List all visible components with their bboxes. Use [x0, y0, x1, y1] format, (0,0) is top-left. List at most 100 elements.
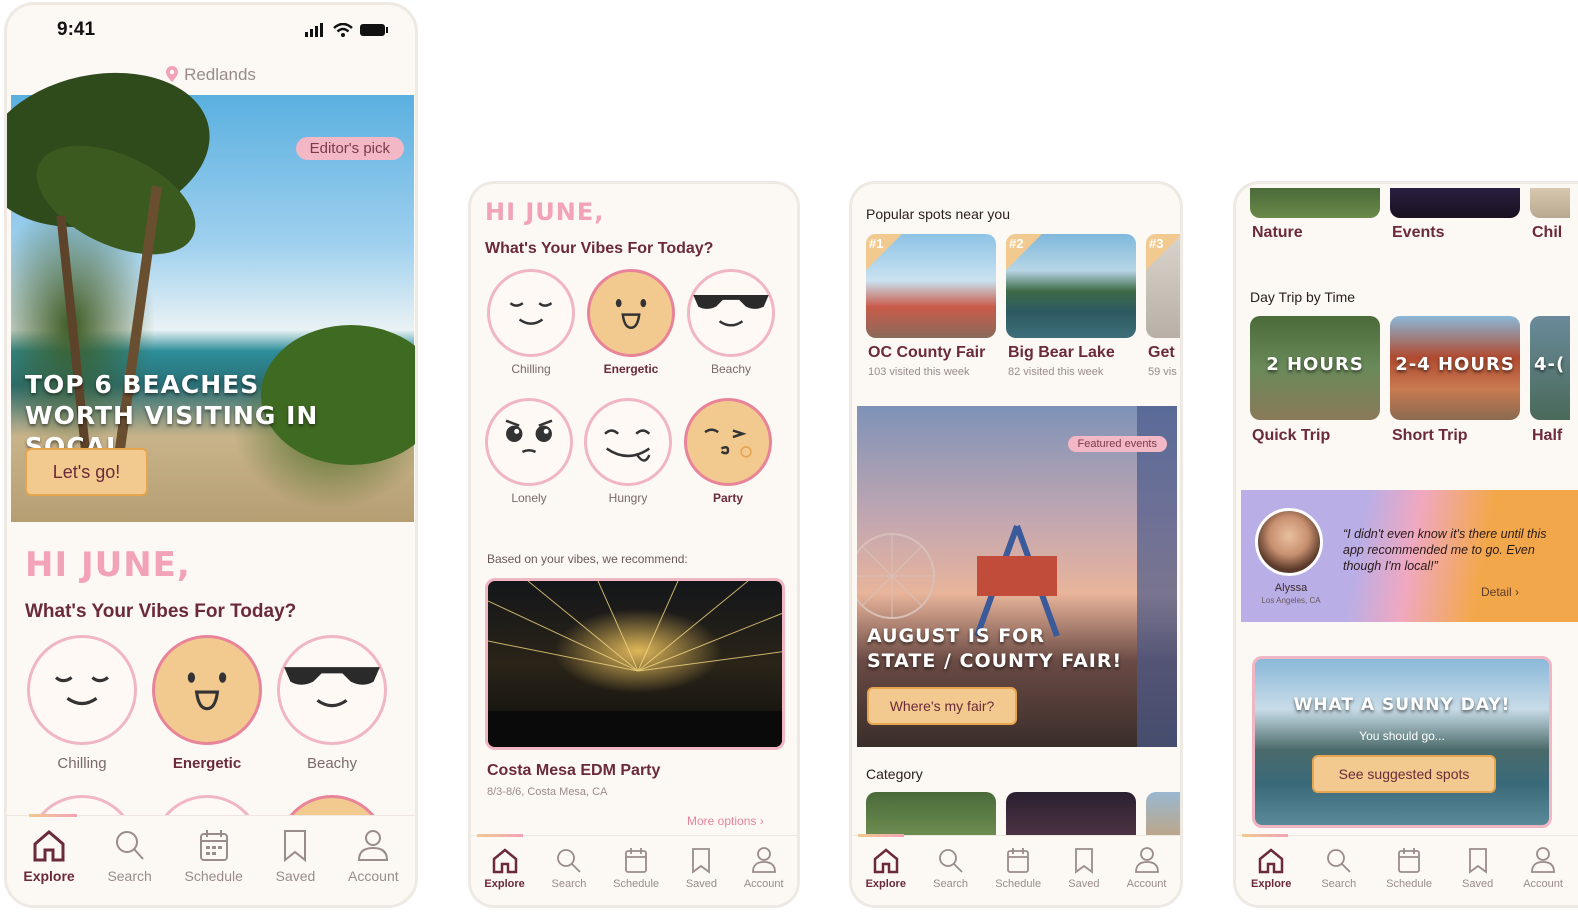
lets-go-button[interactable]: Let's go!: [25, 448, 148, 496]
sunny-day-card[interactable]: WHAT A SUNNY DAY! You should go... See s…: [1252, 656, 1552, 828]
event-title[interactable]: Costa Mesa EDM Party: [487, 762, 660, 780]
tab-explore[interactable]: Explore: [484, 846, 525, 905]
more-options-link[interactable]: More options ›: [687, 814, 764, 828]
edm-party-image[interactable]: [485, 578, 785, 750]
tab-saved[interactable]: Saved: [686, 846, 717, 905]
wheres-my-fair-button[interactable]: Where's my fair?: [867, 687, 1017, 725]
testimonial-name: Alyssa: [1274, 582, 1308, 594]
tab-label: Account: [1523, 878, 1563, 890]
screen-popular: Popular spots near you #1 OC County Fair…: [849, 181, 1183, 908]
vibe-hungry-button[interactable]: [584, 398, 672, 486]
wifi-icon: [333, 23, 353, 37]
account-icon: [1134, 847, 1159, 873]
trip-card-image[interactable]: 4-(: [1530, 316, 1570, 420]
trip-duration-overlay: 2-4 HOURS: [1395, 354, 1515, 375]
tab-account[interactable]: Account: [1127, 846, 1166, 905]
signal-icon: [305, 23, 323, 37]
tab-label: Account: [348, 868, 399, 884]
hero-banner[interactable]: Editor's pick TOP 6 BEACHES WORTH VISITI…: [7, 52, 415, 522]
spot-name[interactable]: Get: [1148, 344, 1175, 362]
energetic-face-icon: [615, 299, 647, 329]
energetic-face-icon: [187, 672, 227, 711]
trip-card-image[interactable]: 2 HOURS: [1250, 316, 1380, 420]
tab-explore[interactable]: Explore: [866, 846, 906, 905]
search-icon: [557, 849, 581, 873]
vibe-chilling-button[interactable]: [487, 269, 575, 357]
tab-explore[interactable]: Explore: [23, 828, 75, 905]
tab-saved[interactable]: Saved: [1068, 846, 1099, 905]
screen-discover: Nature Events Chil Day Trip by Time 2 HO…: [1233, 181, 1578, 908]
trip-duration-overlay: 4-(: [1534, 354, 1566, 375]
tab-search[interactable]: Search: [933, 846, 968, 905]
vibe-party-button[interactable]: [684, 398, 772, 486]
category-card-image[interactable]: [1390, 188, 1520, 218]
vibe-chilling-label: Chilling: [511, 362, 551, 376]
bookmark-icon: [1074, 848, 1093, 874]
chevron-right-icon: ›: [1515, 585, 1520, 599]
tab-label: Explore: [1250, 878, 1292, 890]
trip-name[interactable]: Half: [1532, 427, 1562, 445]
featured-events-banner[interactable]: Featured events AUGUST IS FOR STATE / CO…: [857, 406, 1177, 747]
spot-card-image[interactable]: #1: [866, 234, 996, 338]
search-icon: [938, 849, 963, 873]
tab-label: Saved: [275, 868, 316, 884]
spot-card-image[interactable]: #3: [1146, 234, 1180, 338]
spot-name[interactable]: Big Bear Lake: [1008, 344, 1115, 362]
see-suggested-spots-button[interactable]: See suggested spots: [1312, 755, 1496, 793]
vibe-beachy-button[interactable]: [687, 269, 775, 357]
chilling-face-icon: [509, 302, 553, 325]
tab-schedule[interactable]: Schedule: [613, 846, 659, 905]
tab-account[interactable]: Account: [744, 846, 784, 905]
tab-saved[interactable]: Saved: [275, 828, 316, 905]
tab-saved[interactable]: Saved: [1462, 846, 1493, 905]
trip-card-image[interactable]: 2-4 HOURS: [1390, 316, 1520, 420]
testimonial-quote: “I didn't even know it's there until thi…: [1343, 527, 1547, 573]
tab-bar: Explore Search Schedule Saved Account: [1236, 834, 1578, 905]
tab-schedule[interactable]: Schedule: [1386, 846, 1432, 905]
category-label[interactable]: Events: [1392, 224, 1444, 242]
category-card-image[interactable]: [1250, 188, 1380, 218]
vibe-beachy-button[interactable]: [277, 635, 387, 745]
calendar-icon: [1007, 848, 1030, 873]
spot-name[interactable]: OC County Fair: [868, 344, 985, 362]
tab-label: Schedule: [613, 878, 660, 890]
vibe-energetic-button[interactable]: [587, 269, 675, 357]
tab-search[interactable]: Search: [552, 846, 586, 905]
vibe-hungry-label: Hungry: [608, 491, 648, 505]
tab-schedule[interactable]: Schedule: [995, 846, 1041, 905]
featured-title-line1: AUGUST IS FOR: [867, 625, 1045, 647]
search-icon: [1326, 849, 1351, 873]
tab-explore[interactable]: Explore: [1251, 846, 1291, 905]
testimonial-detail-link[interactable]: Detail ›: [1481, 585, 1519, 599]
tab-account[interactable]: Account: [348, 828, 399, 905]
vibe-energetic-button[interactable]: [152, 635, 262, 745]
chevron-right-icon: ›: [759, 814, 764, 828]
tab-account[interactable]: Account: [1523, 846, 1563, 905]
category-title: Category: [866, 766, 923, 782]
spot-card-image[interactable]: #2: [1006, 234, 1136, 338]
popular-title: Popular spots near you: [866, 206, 1010, 222]
screen-home-hero: 9:41 Redlands Editor's pick TOP 6 BEACHE…: [4, 2, 418, 908]
vibe-party-label: Party: [712, 491, 744, 505]
vibe-chilling-label: Chilling: [57, 755, 107, 772]
tab-schedule[interactable]: Schedule: [185, 828, 243, 905]
category-card-image[interactable]: [1530, 188, 1570, 218]
trip-name[interactable]: Quick Trip: [1252, 427, 1330, 445]
home-icon: [492, 848, 517, 874]
category-label[interactable]: Chil: [1532, 224, 1562, 242]
tab-label: Explore: [865, 878, 906, 890]
tab-search[interactable]: Search: [107, 828, 152, 905]
vibe-chilling-button[interactable]: [27, 635, 137, 745]
testimonial-place: Los Angeles, CA: [1261, 596, 1321, 605]
spot-visits: 59 vis: [1148, 366, 1177, 378]
vibe-lonely-button[interactable]: [485, 398, 573, 486]
category-label[interactable]: Nature: [1252, 224, 1303, 242]
home-icon: [33, 830, 65, 862]
search-icon: [115, 831, 144, 860]
trip-name[interactable]: Short Trip: [1392, 427, 1468, 445]
testimonial-card[interactable]: Alyssa Los Angeles, CA “I didn't even kn…: [1241, 490, 1578, 622]
tab-search[interactable]: Search: [1321, 846, 1356, 905]
recommend-label: Based on your vibes, we recommend:: [487, 552, 688, 566]
lonely-face-icon: [505, 419, 553, 453]
account-icon: [358, 830, 389, 861]
